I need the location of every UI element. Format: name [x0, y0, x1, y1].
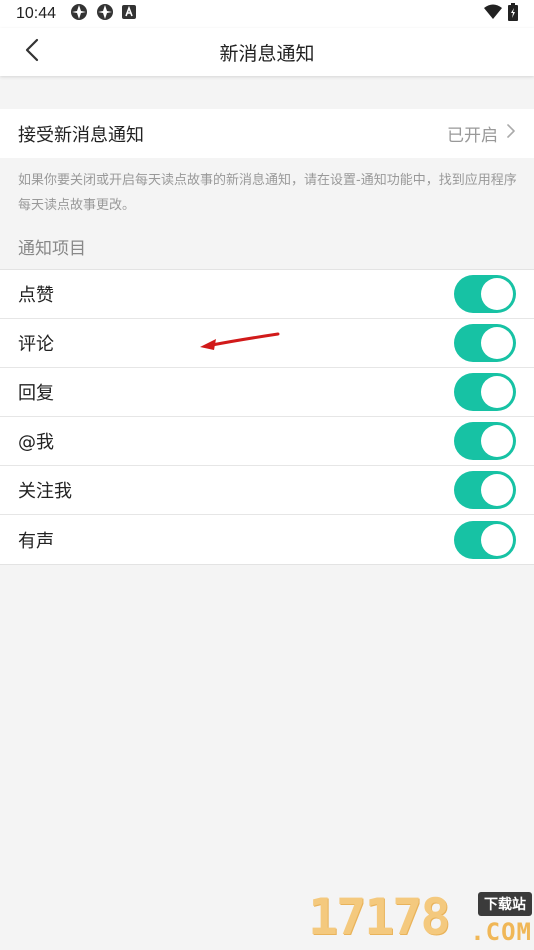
- receive-notifications-label: 接受新消息通知: [18, 124, 144, 146]
- hint-text: 如果你要关闭或开启每天读点故事的新消息通知，请在设置-通知功能中，找到应用程序每…: [18, 173, 517, 213]
- battery-icon: [508, 3, 518, 25]
- status-bar: 10:44: [0, 0, 534, 28]
- item-label: 点赞: [18, 285, 54, 306]
- item-label: 回复: [18, 383, 54, 404]
- list-item-follows: 关注我: [0, 466, 534, 515]
- status-time: 10:44: [16, 5, 57, 22]
- status-right: [484, 3, 518, 25]
- list-item-audio: 有声: [0, 515, 534, 564]
- toggle-knob: [481, 278, 513, 310]
- toggle-switch[interactable]: [454, 324, 516, 362]
- a-icon: [122, 5, 137, 23]
- notification-items-list: 点赞 评论 回复 @我 关注我 有声: [0, 269, 534, 565]
- section-title: 通知项目: [18, 239, 86, 259]
- receive-notifications-row[interactable]: 接受新消息通知 已开启: [0, 109, 534, 158]
- list-item-replies: 回复: [0, 368, 534, 417]
- back-button[interactable]: [16, 36, 48, 68]
- toggle-switch[interactable]: [454, 520, 516, 559]
- watermark-logo: 17178 下载站 .COM: [308, 888, 534, 950]
- item-label: 有声: [18, 530, 54, 552]
- toggle-switch[interactable]: [454, 422, 516, 460]
- navigation-bar: 新消息通知: [0, 28, 534, 76]
- page-title: 新消息通知: [219, 42, 315, 65]
- watermark-badge: 下载站: [478, 892, 532, 916]
- receive-notifications-value-group: 已开启: [447, 121, 516, 146]
- list-item-likes: 点赞: [0, 270, 534, 319]
- item-label: 关注我: [18, 481, 72, 502]
- wifi-icon: [484, 4, 502, 24]
- item-label: @我: [18, 432, 54, 453]
- toggle-knob: [481, 425, 513, 457]
- toggle-knob: [481, 474, 513, 506]
- toggle-knob: [481, 327, 513, 359]
- status-left: 10:44: [16, 3, 137, 25]
- item-label: 评论: [18, 334, 54, 355]
- chevron-right-icon: [506, 123, 516, 144]
- annotation-arrow-icon: [198, 330, 280, 356]
- list-item-mentions: @我: [0, 417, 534, 466]
- toggle-knob: [481, 376, 513, 408]
- watermark-suffix: .COM: [470, 918, 532, 946]
- toggle-knob: [481, 523, 513, 556]
- watermark-digits: 17178: [308, 888, 451, 946]
- toggle-switch[interactable]: [454, 471, 516, 509]
- chevron-left-icon: [24, 38, 40, 66]
- toggle-switch[interactable]: [454, 373, 516, 411]
- app-icon: [96, 3, 114, 25]
- app-icon: [70, 3, 88, 25]
- receive-notifications-status: 已开启: [447, 126, 498, 146]
- toggle-switch[interactable]: [454, 275, 516, 313]
